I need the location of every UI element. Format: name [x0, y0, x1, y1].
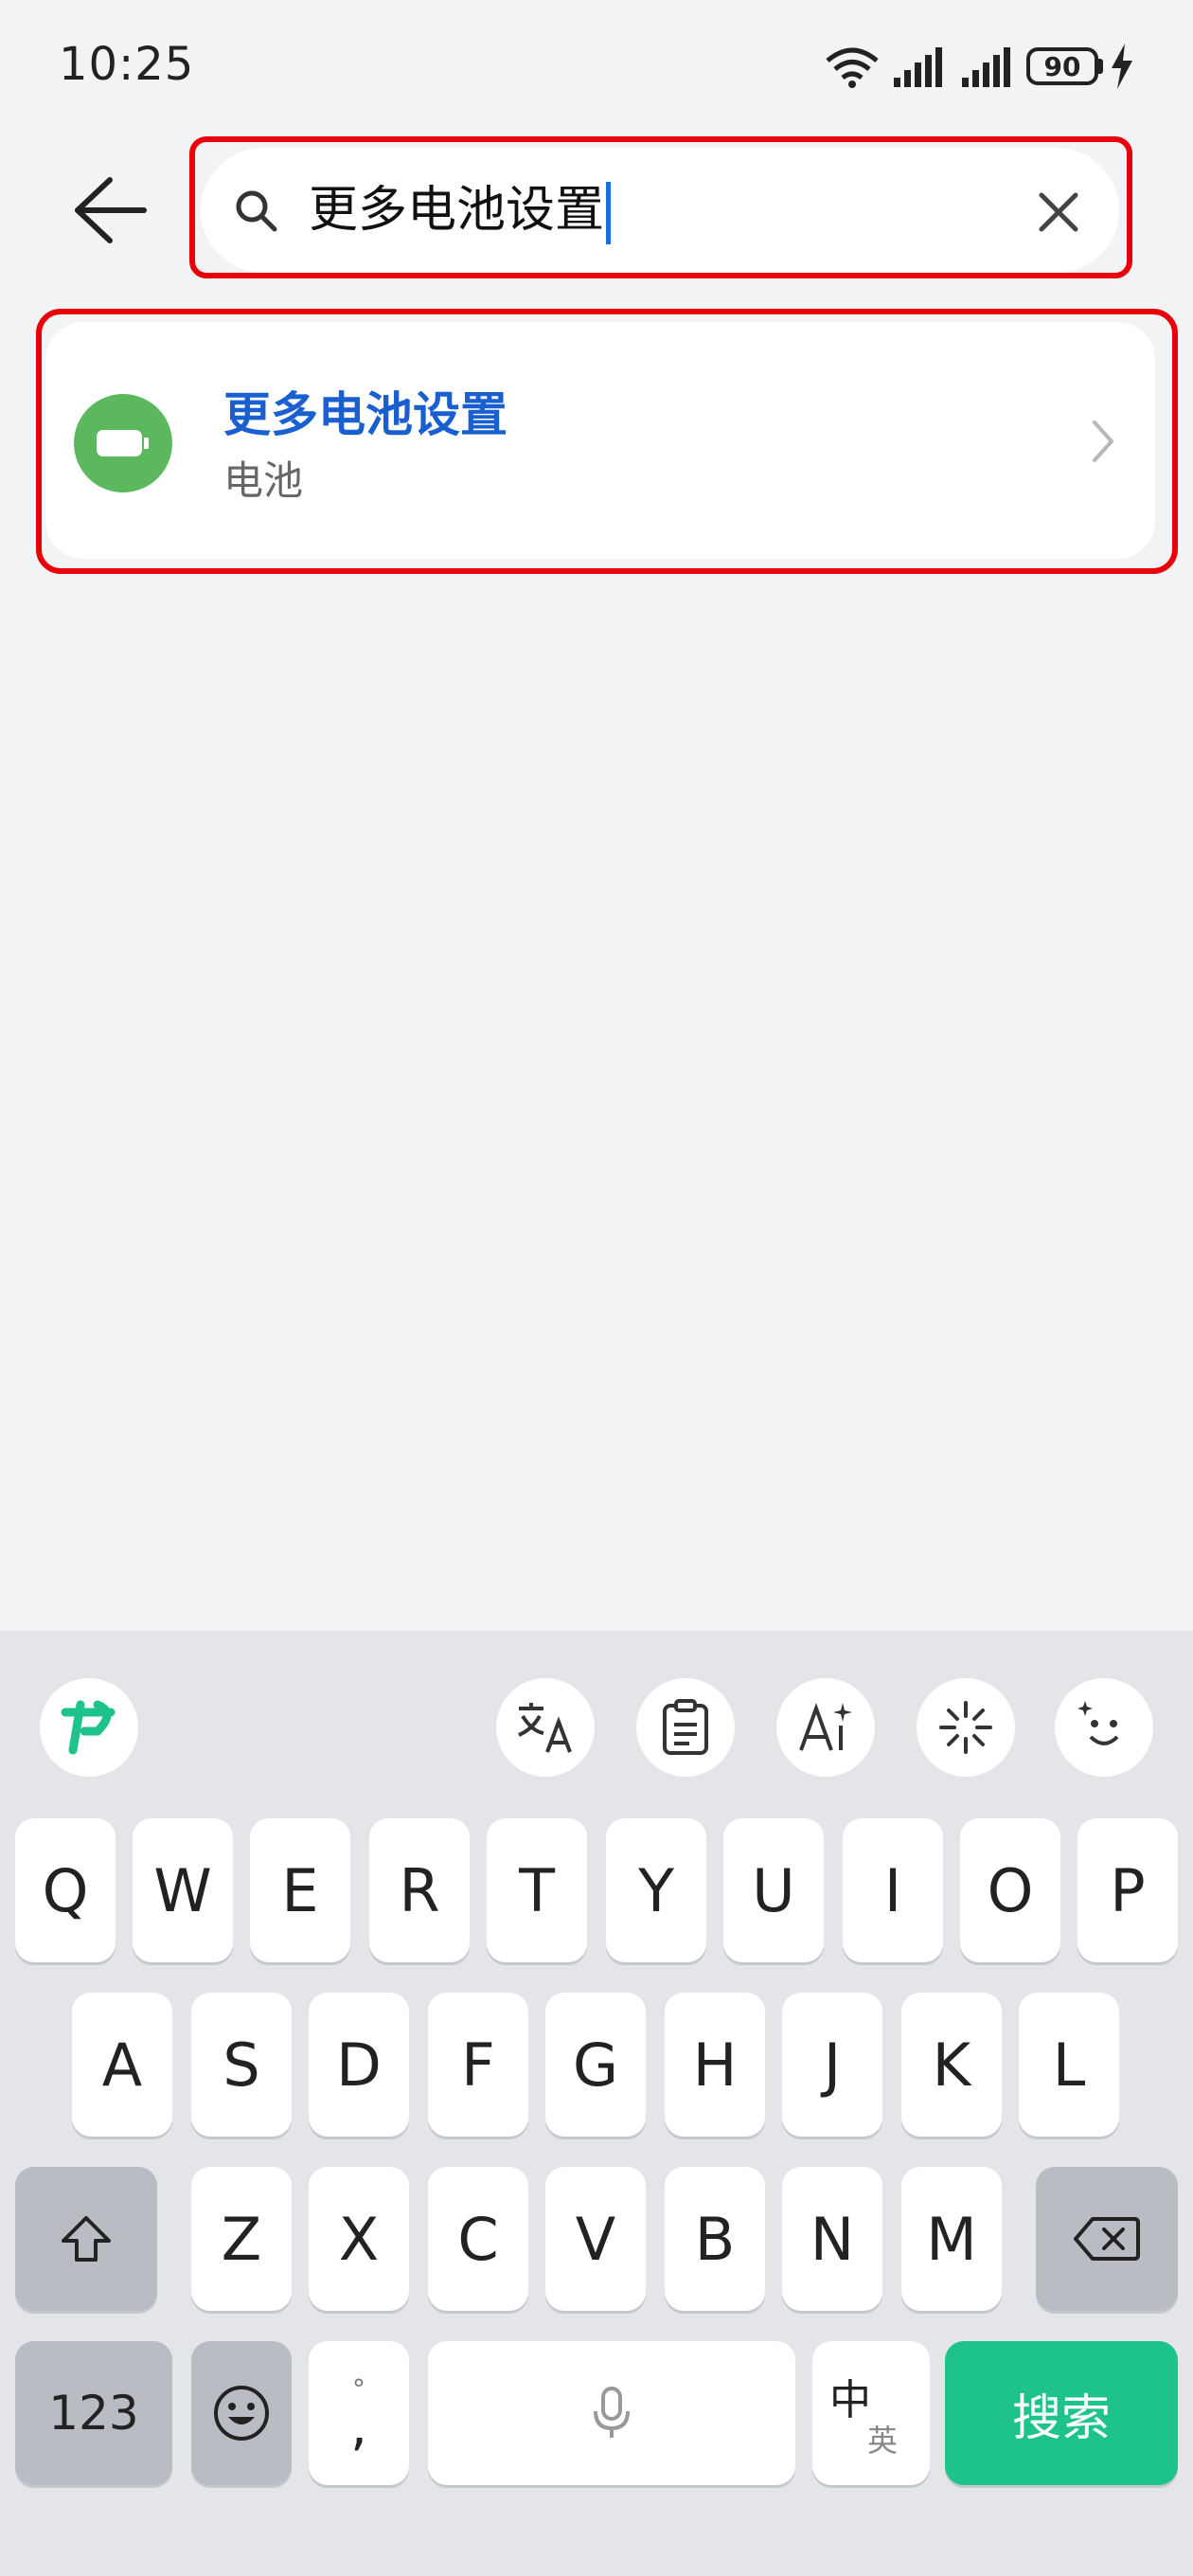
lang-main-label: 中 — [829, 2376, 871, 2424]
key-r[interactable]: R — [369, 1818, 470, 1962]
back-arrow-icon[interactable] — [68, 172, 153, 248]
key-m[interactable]: M — [901, 2167, 1002, 2311]
battery-indicator: 90 — [1026, 47, 1098, 85]
key-v[interactable]: V — [545, 2167, 646, 2311]
translate-button[interactable] — [496, 1678, 595, 1777]
key-q[interactable]: Q — [15, 1818, 116, 1962]
emoji-smile-icon — [214, 2386, 269, 2441]
search-key[interactable]: 搜索 — [945, 2341, 1178, 2485]
battery-tip — [1098, 59, 1103, 74]
emoji-face-button[interactable] — [1055, 1678, 1153, 1777]
key-s[interactable]: S — [191, 1993, 292, 2137]
key-t[interactable]: T — [487, 1818, 587, 1962]
backspace-key[interactable] — [1036, 2167, 1178, 2311]
translate-icon — [518, 1703, 572, 1753]
soft-keyboard: Q W E R T Y U I O P A S D F G H J K L Z … — [0, 1631, 1193, 2576]
sparkle-burst-icon — [939, 1701, 992, 1754]
shift-key[interactable] — [15, 2167, 157, 2311]
key-y[interactable]: Y — [606, 1818, 706, 1962]
cell-signal-1-icon — [894, 47, 942, 87]
status-time: 10:25 — [59, 38, 195, 91]
key-f[interactable]: F — [428, 1993, 528, 2137]
numbers-key[interactable]: 123 — [15, 2341, 172, 2485]
search-highlight-box — [189, 136, 1132, 278]
battery-level: 90 — [1043, 50, 1081, 82]
cell-signal-2-icon — [962, 47, 1010, 87]
result-highlight-box — [36, 309, 1178, 574]
key-k[interactable]: K — [901, 1993, 1002, 2137]
key-u[interactable]: U — [723, 1818, 824, 1962]
ai-writing-button[interactable] — [776, 1678, 875, 1777]
emoji-key[interactable] — [191, 2341, 292, 2485]
lang-sub-label: 英 — [867, 2423, 899, 2459]
space-key[interactable] — [428, 2341, 795, 2485]
face-sparkle-icon — [1077, 1701, 1119, 1745]
clipboard-button[interactable] — [636, 1678, 735, 1777]
ime-logo-button[interactable] — [40, 1678, 138, 1777]
shift-arrow-icon — [62, 2216, 111, 2262]
microphone-icon — [594, 2387, 630, 2438]
language-switch-key[interactable]: 中 英 — [812, 2341, 930, 2485]
key-o[interactable]: O — [960, 1818, 1060, 1962]
key-l[interactable]: L — [1019, 1993, 1119, 2137]
ai-text-icon — [799, 1703, 852, 1751]
key-h[interactable]: H — [665, 1993, 765, 2137]
key-p[interactable]: P — [1077, 1818, 1178, 1962]
key-w[interactable]: W — [133, 1818, 233, 1962]
key-j[interactable]: J — [782, 1993, 882, 2137]
key-d[interactable]: D — [309, 1993, 409, 2137]
punctuation-key[interactable]: ° , — [309, 2341, 409, 2485]
charging-bolt-icon — [1112, 44, 1132, 89]
key-e[interactable]: E — [250, 1818, 350, 1962]
key-x[interactable]: X — [309, 2167, 409, 2311]
key-n[interactable]: N — [782, 2167, 882, 2311]
effects-button[interactable] — [917, 1678, 1015, 1777]
key-z[interactable]: Z — [191, 2167, 292, 2311]
clipboard-icon — [663, 1699, 708, 1755]
wifi-icon — [826, 47, 879, 88]
key-b[interactable]: B — [665, 2167, 765, 2311]
ime-logo-icon — [61, 1700, 116, 1755]
key-i[interactable]: I — [843, 1818, 943, 1962]
backspace-icon — [1074, 2217, 1140, 2261]
key-g[interactable]: G — [545, 1993, 646, 2137]
punct-bottom-label: , — [350, 2396, 367, 2458]
key-c[interactable]: C — [428, 2167, 528, 2311]
key-a[interactable]: A — [72, 1993, 172, 2137]
